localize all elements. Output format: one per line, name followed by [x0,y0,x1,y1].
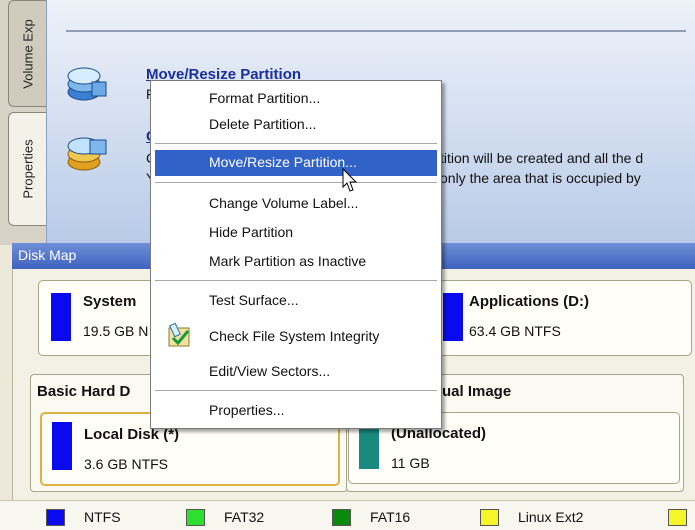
file-system-legend: NTFS FAT32 FAT16 Linux Ext2 [0,500,695,530]
move-resize-icon [62,62,110,106]
legend-label-ntfs: NTFS [84,509,121,525]
partition-color-swatch [359,425,379,469]
vertical-tab-strip: Volume Exp Properties [0,0,47,245]
tab-properties[interactable]: Properties [8,112,47,226]
legend-swatch-more [668,509,687,526]
disk-label: tual Image [437,383,512,400]
partition-name: System [83,293,137,310]
menu-item-format-partition[interactable]: Format Partition... [151,86,441,112]
menu-item-properties[interactable]: Properties... [151,398,441,424]
menu-separator [155,143,437,144]
menu-item-hide-partition[interactable]: Hide Partition [151,220,441,246]
disk-label: Basic Hard D [37,383,131,400]
menu-item-edit-view-sectors[interactable]: Edit/View Sectors... [151,359,441,385]
partition-name: Applications (D:) [469,293,589,310]
description-text-line2: only the area that is occupied by [440,170,641,186]
menu-item-test-surface[interactable]: Test Surface... [151,288,441,314]
tab-volume-explorer[interactable]: Volume Exp [8,0,47,107]
partition-context-menu: Format Partition... Delete Partition... … [150,80,442,429]
tab-properties-label: Properties [20,139,36,199]
legend-swatch-fat32 [186,509,205,526]
partition-size: 11 GB [391,455,430,471]
legend-label-fat32: FAT32 [224,509,265,525]
partition-size: 63.4 GB NTFS [469,323,561,339]
menu-separator [155,280,437,281]
partition-applications[interactable]: Applications (D:) 63.4 GB NTFS [430,280,692,356]
menu-separator [155,390,437,391]
menu-item-move-resize-partition[interactable]: Move/Resize Partition... [155,150,437,176]
menu-item-change-volume-label[interactable]: Change Volume Label... [151,191,441,217]
disk-map-title: Disk Map [18,247,77,263]
legend-swatch-fat16 [332,509,351,526]
legend-swatch-linux-ext2 [480,509,499,526]
partition-size: 19.5 GB N [83,323,149,339]
menu-separator [155,182,437,183]
partition-color-swatch [52,422,72,470]
partition-size: 3.6 GB NTFS [84,456,169,472]
mouse-cursor-icon [342,167,360,194]
legend-swatch-ntfs [46,509,65,526]
partition-color-swatch [443,293,463,341]
description-text-line1: tition will be created and all the d [440,150,644,166]
menu-item-mark-inactive[interactable]: Mark Partition as Inactive [151,249,441,275]
menu-item-check-file-system[interactable]: Check File System Integrity [151,322,441,350]
tab-volume-explorer-label: Volume Exp [20,18,36,89]
menu-item-delete-partition[interactable]: Delete Partition... [151,112,441,138]
legend-label-linux-ext2: Linux Ext2 [518,509,584,525]
panel-divider [66,30,686,32]
create-partition-icon [62,132,110,176]
legend-label-fat16: FAT16 [370,509,411,525]
partition-color-swatch [51,293,71,341]
check-file-system-icon [163,320,193,350]
